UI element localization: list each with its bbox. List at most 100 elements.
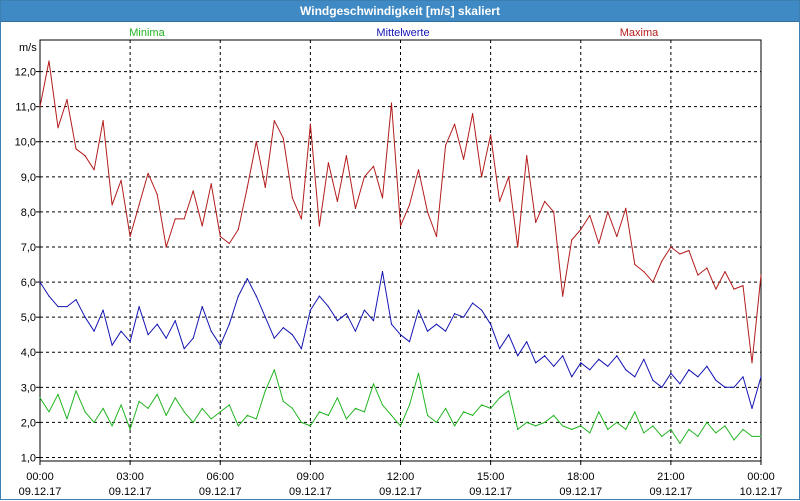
- data-point: [156, 193, 158, 195]
- data-point: [580, 362, 582, 364]
- data-point: [417, 309, 420, 311]
- data-point: [174, 218, 176, 220]
- data-point: [661, 386, 663, 388]
- data-point: [372, 320, 375, 322]
- data-point: [571, 428, 573, 431]
- legend-mittelwerte: Mittelwerte: [376, 27, 429, 39]
- data-point: [688, 369, 690, 371]
- data-point: [742, 376, 744, 378]
- data-point: [426, 330, 429, 332]
- data-point: [318, 225, 320, 227]
- data-point: [111, 425, 113, 427]
- x-tick-date: 09.12.17: [199, 486, 242, 498]
- data-point: [381, 404, 384, 406]
- x-tick-date: 09.12.17: [469, 486, 512, 498]
- data-point: [535, 362, 537, 364]
- data-point: [751, 407, 753, 409]
- data-point: [354, 407, 357, 409]
- data-point: [75, 390, 77, 392]
- data-point: [462, 316, 465, 318]
- x-tick-time: 12:00: [387, 471, 415, 483]
- data-point: [634, 411, 636, 413]
- x-tick-date: 10.12.17: [740, 486, 783, 498]
- data-point: [399, 334, 402, 336]
- data-point: [300, 348, 302, 350]
- data-point: [535, 425, 537, 427]
- data-point: [444, 330, 447, 332]
- data-point: [300, 421, 302, 424]
- data-point: [408, 404, 411, 406]
- data-point: [102, 120, 104, 122]
- y-axis-ticks: 1,0 2,0 3,0 4,0 5,0 6,0 7,0 8,0 9,0 10,0 11,0 12,0: [15, 67, 40, 464]
- data-point: [120, 330, 122, 332]
- data-point: [84, 155, 86, 157]
- data-point: [589, 432, 591, 434]
- data-point: [237, 425, 239, 427]
- data-point: [706, 421, 708, 424]
- data-point: [517, 355, 519, 357]
- data-point: [300, 218, 302, 220]
- data-point: [84, 411, 86, 413]
- data-point: [309, 123, 311, 125]
- data-point: [697, 435, 699, 438]
- data-point: [138, 204, 140, 206]
- data-point: [210, 183, 212, 185]
- data-point: [634, 263, 636, 266]
- data-point: [435, 421, 438, 424]
- x-tick-date: 09.12.17: [649, 486, 692, 498]
- data-point: [670, 246, 672, 248]
- data-point: [282, 400, 284, 402]
- data-point: [174, 320, 176, 322]
- y-axis-label: m/s: [19, 42, 37, 54]
- y-tick-label: 2,0: [21, 417, 36, 429]
- data-point: [246, 186, 248, 188]
- data-point: [742, 428, 744, 431]
- data-point: [183, 218, 185, 220]
- data-point: [408, 204, 411, 206]
- data-point: [201, 407, 203, 409]
- data-point: [598, 358, 600, 360]
- data-point: [760, 274, 762, 276]
- data-point: [562, 425, 564, 427]
- data-point: [57, 127, 59, 129]
- x-tick-date: 09.12.17: [109, 486, 152, 498]
- y-tick-label: 5,0: [21, 312, 36, 324]
- data-point: [472, 113, 474, 115]
- data-point: [372, 165, 375, 167]
- data-point: [688, 249, 690, 252]
- data-point: [462, 411, 465, 413]
- data-point: [607, 211, 609, 213]
- data-point: [345, 418, 348, 420]
- data-point: [399, 225, 402, 227]
- data-point: [526, 421, 528, 424]
- data-point: [156, 393, 158, 395]
- data-point: [760, 376, 762, 378]
- data-point: [363, 309, 366, 311]
- data-point: [625, 428, 627, 431]
- y-tick-label: 10,0: [15, 137, 36, 149]
- data-point: [625, 207, 627, 209]
- x-tick-time: 09:00: [297, 471, 325, 483]
- data-point: [255, 295, 257, 297]
- data-point: [120, 179, 122, 181]
- data-point: [219, 235, 221, 238]
- x-tick-time: 18:00: [567, 471, 595, 483]
- data-point: [165, 337, 167, 339]
- data-point: [553, 365, 555, 367]
- data-point: [156, 323, 158, 325]
- data-point: [201, 306, 203, 308]
- data-point: [724, 425, 726, 427]
- data-point: [517, 428, 519, 431]
- x-tick-time: 15:00: [477, 471, 505, 483]
- data-point: [48, 295, 50, 297]
- data-point: [237, 228, 239, 231]
- data-point: [408, 341, 411, 343]
- data-point: [183, 411, 185, 413]
- legend: Minima Mittelwerte Maxima: [129, 27, 659, 39]
- data-point: [589, 369, 591, 371]
- x-tick-time: 03:00: [116, 471, 144, 483]
- data-point: [490, 323, 492, 325]
- data-point: [426, 414, 429, 416]
- data-point: [661, 260, 663, 262]
- data-point: [255, 141, 257, 143]
